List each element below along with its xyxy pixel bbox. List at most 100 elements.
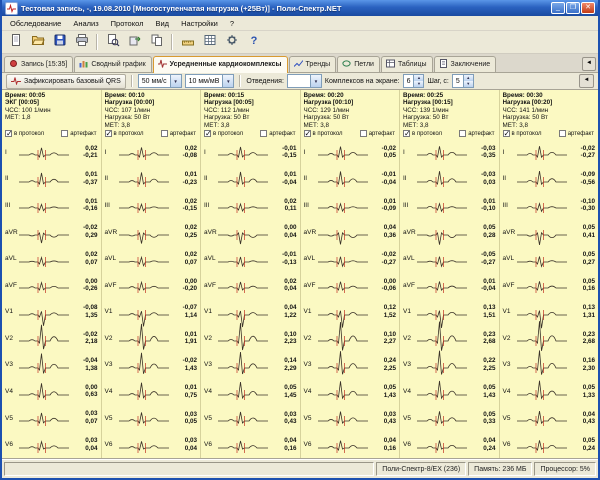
lead-row-V2: V2-0,022,18 (2, 325, 101, 352)
protocol-checkbox-box[interactable] (304, 130, 311, 137)
measurement-top: -0,07 (183, 304, 197, 312)
menu-item-3[interactable]: Вид (149, 18, 175, 29)
leads-select[interactable]: ▼ (287, 74, 322, 88)
tab-3[interactable]: Усредненные кардиокомплексы (153, 56, 288, 73)
menu-item-5[interactable]: ? (224, 18, 240, 29)
copy-button[interactable] (146, 32, 167, 53)
protocol-checkbox-box[interactable] (204, 130, 211, 137)
ecg-waveform (119, 191, 169, 219)
lead-label: V2 (201, 335, 218, 342)
menu-item-4[interactable]: Настройки (175, 18, 224, 29)
grid-button[interactable] (199, 32, 220, 53)
lead-label: V5 (400, 415, 417, 422)
tab-7[interactable]: Заключение (434, 56, 497, 72)
ecg-waveform (218, 138, 268, 166)
protocol-checkbox-box[interactable] (105, 130, 112, 137)
column-header-line: Время: 00:30 (503, 92, 596, 99)
artifact-checkbox-box[interactable] (559, 130, 566, 137)
fix-qrs-button[interactable]: Зафиксировать базовый QRS (6, 74, 126, 89)
new-exam-button[interactable] (5, 32, 26, 53)
protocol-checkbox-box[interactable] (5, 130, 12, 137)
artifact-checkbox[interactable]: артефакт (161, 130, 196, 137)
menu-item-0[interactable]: Обследование (4, 18, 67, 29)
ecg-waveform (119, 138, 169, 166)
measurement-top: 0,05 (583, 437, 595, 445)
protocol-checkbox-box[interactable] (503, 130, 510, 137)
save-button[interactable] (49, 32, 70, 53)
speed-select[interactable]: 50 мм/с ▼ (138, 74, 182, 88)
ruler-button[interactable] (177, 32, 198, 53)
settings-button[interactable] (221, 32, 242, 53)
menu-item-2[interactable]: Протокол (105, 18, 150, 29)
lead-rows: I-0,02-0,27II-0,09-0,56III-0,10-0,30aVR0… (500, 139, 599, 458)
tab-5[interactable]: Петли (337, 56, 380, 72)
ecg-waveform (119, 404, 169, 432)
trends-icon (294, 59, 303, 70)
print-icon (75, 33, 89, 52)
protocol-checkbox[interactable]: в протокол (105, 130, 144, 137)
complexes-spinner[interactable]: 6 ▲▼ (403, 74, 425, 88)
tab-scroll-button[interactable]: ◄ (582, 57, 596, 71)
maximize-button[interactable]: ❐ (566, 2, 580, 14)
measurement-bottom: 0,27 (583, 259, 595, 267)
step-spinner[interactable]: 5 ▲▼ (452, 74, 474, 88)
minimize-button[interactable]: _ (551, 2, 565, 14)
tab-6[interactable]: Таблицы (381, 56, 433, 72)
artifact-checkbox[interactable]: артефакт (459, 130, 494, 137)
column-header-line: МЕТ: 3,8 (503, 122, 596, 129)
tab-2[interactable]: Сводный график (74, 56, 151, 72)
spinner-arrows-icon[interactable]: ▲▼ (463, 75, 473, 87)
artifact-checkbox-box[interactable] (61, 130, 68, 137)
open-exam-button[interactable] (27, 32, 48, 53)
menu-item-1[interactable]: Анализ (67, 18, 104, 29)
artifact-checkbox[interactable]: артефакт (360, 130, 395, 137)
lead-label: V4 (301, 388, 318, 395)
measurement-top: 0,04 (483, 437, 495, 445)
artifact-checkbox[interactable]: артефакт (61, 130, 96, 137)
ecg-waveform (218, 271, 268, 299)
lead-measurements: -0,03-0,35 (481, 145, 498, 160)
protocol-checkbox[interactable]: в протокол (503, 130, 542, 137)
protocol-checkbox-box[interactable] (403, 130, 410, 137)
lead-label: V6 (400, 441, 417, 448)
measurement-bottom: -0,20 (183, 285, 197, 293)
preview-button[interactable] (102, 32, 123, 53)
artifact-checkbox-box[interactable] (459, 130, 466, 137)
protocol-checkbox[interactable]: в протокол (5, 130, 44, 137)
tab-4[interactable]: Тренды (289, 56, 337, 72)
print-button[interactable] (71, 32, 92, 53)
column-header-line: Время: 00:05 (5, 92, 98, 99)
scroll-left-button[interactable]: ◄ (579, 74, 594, 88)
conclusion-icon (439, 59, 448, 70)
lead-label: aVR (301, 229, 318, 236)
artifact-checkbox-box[interactable] (161, 130, 168, 137)
measurement-top: 0,24 (384, 357, 396, 365)
help-button[interactable]: ? (243, 32, 264, 53)
lead-row-aVL: aVL-0,02-0,27 (301, 245, 400, 272)
measurement-bottom: -0,27 (382, 259, 396, 267)
gain-select[interactable]: 10 мм/мВ ▼ (185, 74, 235, 88)
protocol-checkbox[interactable]: в протокол (403, 130, 442, 137)
artifact-checkbox-box[interactable] (260, 130, 267, 137)
lead-measurements: -0,01-0,13 (282, 251, 299, 266)
measurement-bottom: 2,68 (583, 338, 595, 346)
lead-measurements: 0,01-0,04 (481, 278, 498, 293)
measurement-bottom: 0,43 (384, 418, 396, 426)
artifact-checkbox[interactable]: артефакт (260, 130, 295, 137)
spinner-arrows-icon[interactable]: ▲▼ (413, 75, 423, 87)
tab-1[interactable]: Запись [15:35] (4, 56, 73, 72)
measurement-bottom: 0,07 (185, 259, 197, 267)
measurement-top: -0,02 (183, 357, 197, 365)
column-header-line: МЕТ: 3,8 (105, 122, 198, 129)
protocol-checkbox[interactable]: в протокол (204, 130, 243, 137)
summary-graph-icon (79, 59, 88, 70)
export-button[interactable] (124, 32, 145, 53)
ecg-waveform (19, 378, 69, 406)
measurement-top: 0,13 (583, 304, 595, 312)
lead-measurements: 0,020,04 (284, 278, 299, 293)
protocol-checkbox[interactable]: в протокол (304, 130, 343, 137)
artifact-checkbox-box[interactable] (360, 130, 367, 137)
close-button[interactable]: ✕ (581, 2, 595, 14)
lead-row-aVR: aVR0,020,25 (102, 219, 201, 246)
artifact-checkbox[interactable]: артефакт (559, 130, 594, 137)
